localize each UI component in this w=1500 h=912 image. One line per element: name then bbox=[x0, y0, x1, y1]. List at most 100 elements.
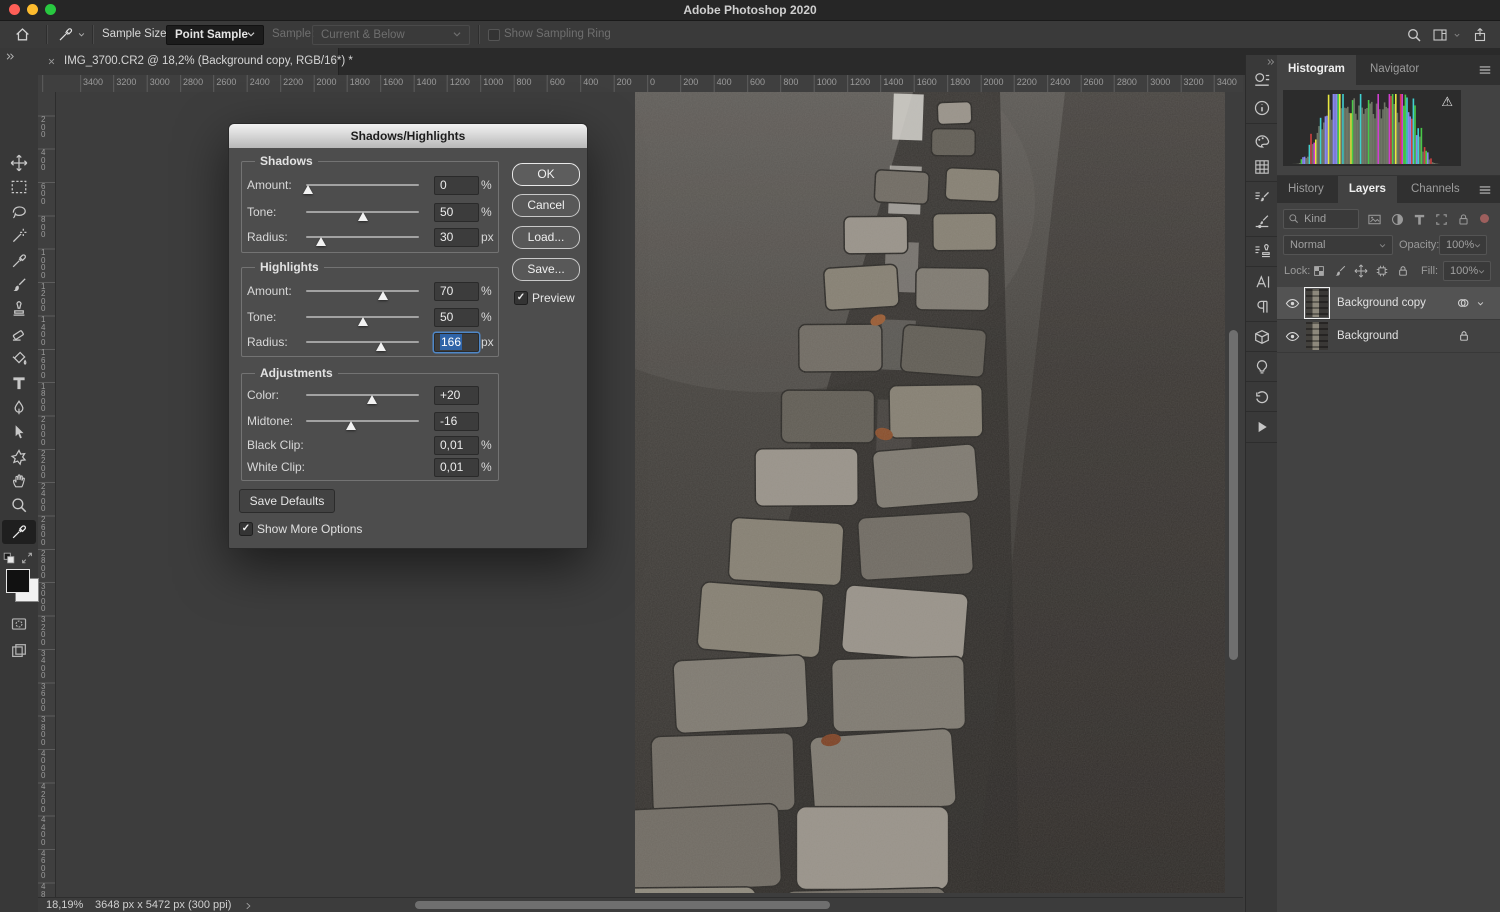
highlights-amount-input[interactable]: 70 bbox=[434, 282, 479, 301]
chevron-down-icon[interactable] bbox=[1452, 30, 1462, 40]
filter-type-layers-icon[interactable] bbox=[1412, 212, 1427, 227]
toolbar-expand[interactable] bbox=[0, 48, 39, 75]
save-defaults-button[interactable]: Save Defaults bbox=[239, 489, 335, 513]
move-tool-icon[interactable] bbox=[10, 154, 28, 172]
color-input[interactable]: +20 bbox=[434, 386, 479, 405]
filter-smart-objects-icon[interactable] bbox=[1456, 212, 1471, 227]
filter-adjustment-layers-icon[interactable] bbox=[1390, 212, 1405, 227]
tab-channels[interactable]: Channels bbox=[1400, 176, 1471, 203]
layer-thumbnail[interactable] bbox=[1306, 289, 1328, 317]
brush-settings-panel-icon[interactable] bbox=[1253, 189, 1271, 207]
pen-tool-icon[interactable] bbox=[10, 399, 28, 417]
layer-filtering-toggle[interactable] bbox=[1480, 214, 1489, 223]
hand-tool-icon[interactable] bbox=[10, 472, 28, 490]
load-button[interactable]: Load... bbox=[512, 226, 580, 249]
zoom-level-field[interactable]: 18,19% bbox=[46, 898, 83, 912]
clone-source-panel-icon[interactable] bbox=[1253, 243, 1271, 261]
midtone-slider[interactable] bbox=[306, 420, 419, 422]
color-slider[interactable] bbox=[306, 394, 419, 396]
slider-thumb[interactable] bbox=[358, 212, 368, 221]
3d-panel-icon[interactable] bbox=[1253, 328, 1271, 346]
slider-thumb[interactable] bbox=[376, 342, 386, 351]
slider-thumb[interactable] bbox=[316, 237, 326, 246]
layer-row-background[interactable]: Background bbox=[1277, 320, 1500, 353]
preview-checkbox[interactable]: ✓ bbox=[514, 291, 528, 305]
screen-mode-icon[interactable] bbox=[10, 642, 28, 660]
shadows-amount-input[interactable]: 0 bbox=[434, 176, 479, 195]
chevron-down-icon[interactable] bbox=[76, 29, 87, 40]
highlights-radius-slider[interactable] bbox=[306, 341, 419, 343]
panel-menu-icon[interactable] bbox=[1478, 183, 1492, 197]
learn-panel-icon[interactable] bbox=[1253, 358, 1271, 376]
type-tool-icon[interactable] bbox=[10, 374, 28, 392]
adjustments-panel-icon[interactable] bbox=[1253, 71, 1271, 89]
workspace-icon[interactable] bbox=[1432, 27, 1448, 43]
history-panel-icon[interactable] bbox=[1253, 388, 1271, 406]
highlights-amount-slider[interactable] bbox=[306, 290, 419, 292]
midtone-input[interactable]: -16 bbox=[434, 412, 479, 431]
filter-shape-layers-icon[interactable] bbox=[1434, 212, 1449, 227]
white-clip-input[interactable]: 0,01 bbox=[434, 458, 479, 477]
lock-position-icon[interactable] bbox=[1354, 264, 1368, 278]
black-clip-input[interactable]: 0,01 bbox=[434, 436, 479, 455]
slider-thumb[interactable] bbox=[358, 317, 368, 326]
brushes-panel-icon[interactable] bbox=[1253, 213, 1271, 231]
slider-thumb[interactable] bbox=[367, 395, 377, 404]
share-icon[interactable] bbox=[1472, 27, 1488, 43]
swatches-panel-icon[interactable] bbox=[1253, 158, 1271, 176]
magic-wand-tool-icon[interactable] bbox=[10, 227, 28, 245]
paint-bucket-tool-icon[interactable] bbox=[10, 350, 28, 368]
quick-mask-icon[interactable] bbox=[10, 615, 28, 633]
slider-thumb[interactable] bbox=[346, 421, 356, 430]
lock-transparency-icon[interactable] bbox=[1312, 264, 1326, 278]
chevron-down-icon[interactable] bbox=[1475, 298, 1486, 309]
double-chevron-icon[interactable] bbox=[5, 51, 16, 62]
panel-menu-icon[interactable] bbox=[1478, 63, 1492, 77]
save-button[interactable]: Save... bbox=[512, 258, 580, 281]
clone-stamp-tool-icon[interactable] bbox=[10, 301, 28, 319]
filter-pixel-layers-icon[interactable] bbox=[1367, 212, 1382, 227]
dialog-title[interactable]: Shadows/Highlights bbox=[229, 124, 587, 148]
eyedropper-tool-icon-selected[interactable] bbox=[10, 523, 28, 541]
tab-history[interactable]: History bbox=[1277, 176, 1335, 203]
home-icon[interactable] bbox=[14, 26, 31, 43]
path-select-tool-icon[interactable] bbox=[10, 423, 28, 441]
tab-histogram[interactable]: Histogram bbox=[1277, 55, 1356, 85]
slider-thumb[interactable] bbox=[378, 291, 388, 300]
swap-colors-icon[interactable] bbox=[20, 551, 34, 565]
cancel-button[interactable]: Cancel bbox=[512, 194, 580, 217]
layer-row-background-copy[interactable]: Background copy bbox=[1277, 287, 1500, 320]
canvas-image[interactable] bbox=[635, 92, 1225, 893]
character-panel-icon[interactable] bbox=[1253, 273, 1271, 291]
close-tab-icon[interactable] bbox=[46, 56, 57, 67]
lock-all-icon[interactable] bbox=[1396, 264, 1410, 278]
layer-filter-select[interactable]: Kind bbox=[1283, 209, 1359, 229]
shadows-tone-input[interactable]: 50 bbox=[434, 203, 479, 222]
status-options-chevron-icon[interactable] bbox=[243, 901, 253, 911]
document-tab[interactable]: IMG_3700.CR2 @ 18,2% (Background copy, R… bbox=[38, 48, 339, 75]
layer-name[interactable]: Background copy bbox=[1337, 287, 1426, 319]
slider-thumb[interactable] bbox=[303, 185, 313, 194]
show-more-options-checkbox[interactable]: ✓ bbox=[239, 522, 253, 536]
sample-size-select[interactable]: Point Sample bbox=[166, 25, 264, 45]
shadows-radius-input[interactable]: 30 bbox=[434, 228, 479, 247]
shadows-tone-slider[interactable] bbox=[306, 211, 419, 213]
mini-swatches-icon[interactable] bbox=[2, 551, 16, 565]
highlights-tone-input[interactable]: 50 bbox=[434, 308, 479, 327]
lock-artboard-icon[interactable] bbox=[1375, 264, 1389, 278]
paragraph-panel-icon[interactable] bbox=[1253, 298, 1271, 316]
layer-thumbnail[interactable] bbox=[1306, 322, 1328, 350]
shadows-radius-slider[interactable] bbox=[306, 236, 419, 238]
highlights-tone-slider[interactable] bbox=[306, 316, 419, 318]
tab-layers[interactable]: Layers bbox=[1338, 176, 1397, 203]
horizontal-scrollbar[interactable] bbox=[415, 901, 830, 909]
ok-button[interactable]: OK bbox=[512, 163, 580, 186]
custom-shape-tool-icon[interactable] bbox=[10, 448, 28, 466]
shadows-amount-slider[interactable] bbox=[306, 184, 419, 186]
brush-tool-icon[interactable] bbox=[10, 276, 28, 294]
eraser-tool-icon[interactable] bbox=[10, 325, 28, 343]
info-panel-icon[interactable] bbox=[1253, 99, 1271, 117]
zoom-tool-icon[interactable] bbox=[10, 496, 28, 514]
uncached-refresh-warning-icon[interactable]: ⚠ bbox=[1441, 94, 1453, 110]
tab-navigator[interactable]: Navigator bbox=[1359, 55, 1430, 85]
